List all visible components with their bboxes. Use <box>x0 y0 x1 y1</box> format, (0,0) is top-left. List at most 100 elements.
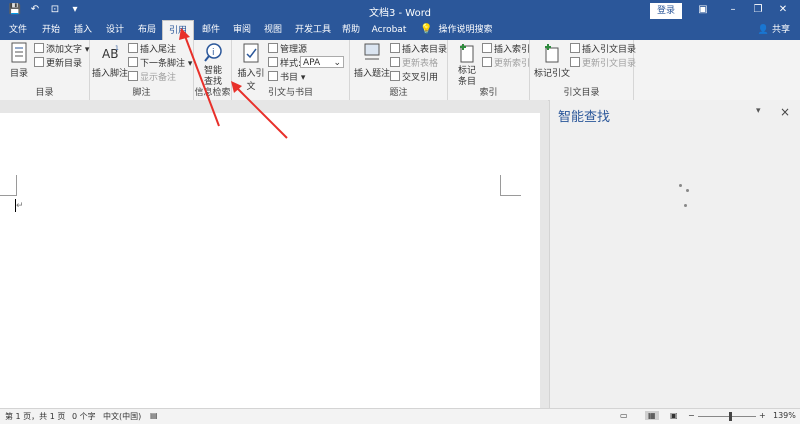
pane-options-icon[interactable]: ▾ <box>756 106 761 116</box>
citation-style-select[interactable]: APA ⌄ <box>300 56 344 68</box>
text-cursor <box>15 199 16 212</box>
zoom-out-icon[interactable]: − <box>688 411 695 420</box>
tab-mailings[interactable]: 邮件 <box>198 20 224 40</box>
document-page[interactable]: ↵ <box>0 113 540 408</box>
group-toa: 标记引文 插入引文目录 更新引文目录 引文目录 <box>530 40 636 100</box>
group-citations: 插入引文 管理源 样式: APA ⌄ 书目 ▾ 引文与书目 <box>232 40 350 100</box>
zoom-slider-thumb[interactable] <box>729 412 732 421</box>
margin-corner-right <box>500 175 521 196</box>
close-icon[interactable]: ✕ <box>775 3 791 17</box>
group-captions: 插入题注 插入表目录 更新表格 交叉引用 题注 <box>350 40 448 100</box>
zoom-slider-track[interactable] <box>698 416 756 417</box>
endnote-icon <box>128 43 138 53</box>
mark-citation-icon <box>545 44 559 63</box>
footnote-icon: AB1 <box>102 45 119 61</box>
document-area: ↵ <box>0 100 548 408</box>
group-footnotes: AB 1 插入脚注 插入尾注 下一条脚注 ▾ 显示备注 脚注 <box>90 40 194 100</box>
tab-design[interactable]: 设计 <box>102 20 128 40</box>
group-label-captions: 题注 <box>389 88 408 98</box>
tab-references[interactable]: 引用 <box>162 20 194 40</box>
group-label-citations: 引文与书目 <box>267 88 313 98</box>
paragraph-mark: ↵ <box>16 201 24 211</box>
bibliography-button[interactable]: 书目 ▾ <box>268 71 305 83</box>
loading-dot <box>686 189 689 192</box>
web-layout-icon[interactable]: ▣ <box>670 411 678 420</box>
restore-icon[interactable]: ❐ <box>750 3 766 17</box>
add-text-button[interactable]: 添加文字 ▾ <box>34 43 89 55</box>
refresh-icon <box>570 57 580 67</box>
ribbon-tabs: 文件 开始 插入 设计 布局 引用 邮件 审阅 视图 开发工具 帮助 Acrob… <box>0 20 800 40</box>
update-index-button[interactable]: 更新索引 <box>482 57 530 69</box>
mark-citation-button[interactable]: 标记引文 <box>532 42 572 79</box>
tab-acrobat[interactable]: Acrobat <box>370 20 408 40</box>
ribbon-display-icon[interactable]: ▣ <box>695 3 711 17</box>
mark-entry-button[interactable]: 标记条目 <box>450 42 484 88</box>
pane-title: 智能查找 <box>558 110 611 125</box>
group-label-index: 索引 <box>479 88 498 98</box>
style-icon <box>268 57 278 67</box>
smart-lookup-button[interactable]: i 智能查找 <box>196 42 230 88</box>
update-toc-button[interactable]: 更新目录 <box>34 57 82 69</box>
tell-me-label: 操作说明搜索 <box>438 25 493 35</box>
macro-icon[interactable]: ▤ <box>150 411 158 420</box>
tab-layout[interactable]: 布局 <box>134 20 160 40</box>
print-layout-icon[interactable]: ▦ <box>645 411 659 420</box>
read-mode-icon[interactable]: ▭ <box>620 411 628 420</box>
tab-insert[interactable]: 插入 <box>70 20 96 40</box>
tab-file[interactable]: 文件 <box>5 20 31 40</box>
citation-style-label: 样式: <box>268 57 301 69</box>
tab-view[interactable]: 视图 <box>260 20 286 40</box>
tab-developer[interactable]: 开发工具 <box>291 20 335 40</box>
toc-icon <box>11 42 27 63</box>
refresh-icon <box>482 57 492 67</box>
margin-corner-left <box>0 175 17 196</box>
tab-help[interactable]: 帮助 <box>338 20 364 40</box>
group-index: 标记条目 插入索引 更新索引 索引 <box>448 40 530 100</box>
chevron-down-icon: ⌄ <box>333 58 341 68</box>
insert-index-button[interactable]: 插入索引 <box>482 43 530 55</box>
show-notes-button[interactable]: 显示备注 <box>128 71 176 83</box>
manage-sources-button[interactable]: 管理源 <box>268 43 307 55</box>
insert-table-of-figures-button[interactable]: 插入表目录 <box>390 43 447 55</box>
loading-dot <box>679 184 682 187</box>
person-icon: 👤 <box>757 25 770 35</box>
group-label-footnotes: 脚注 <box>132 88 151 98</box>
update-toa-button[interactable]: 更新引文目录 <box>570 57 636 69</box>
insert-toa-button[interactable]: 插入引文目录 <box>570 43 636 55</box>
show-notes-icon <box>128 71 138 81</box>
insert-citation-icon <box>243 43 259 63</box>
ribbon: 目录 添加文字 ▾ 更新目录 目录 AB 1 插入脚注 插入尾注 下一条脚注 ▾ … <box>0 40 800 101</box>
svg-text:i: i <box>212 48 215 58</box>
smart-lookup-pane: 智能查找 ▾ × <box>549 100 800 408</box>
share-button[interactable]: 👤 共享 <box>758 20 790 40</box>
refresh-icon <box>390 57 400 67</box>
share-label: 共享 <box>771 25 790 35</box>
update-table-button[interactable]: 更新表格 <box>390 57 438 69</box>
insert-caption-button[interactable]: 插入题注 <box>352 42 392 79</box>
next-footnote-icon <box>128 57 138 67</box>
minimize-icon[interactable]: – <box>725 3 741 17</box>
next-footnote-button[interactable]: 下一条脚注 ▾ <box>128 57 192 69</box>
group-research: i 智能查找 信息检索 <box>194 40 232 100</box>
tab-home[interactable]: 开始 <box>38 20 64 40</box>
add-text-icon <box>34 43 44 53</box>
insert-footnote-button[interactable]: AB 1 插入脚注 <box>92 42 128 79</box>
group-toc: 目录 添加文字 ▾ 更新目录 目录 <box>0 40 90 100</box>
pane-close-icon[interactable]: × <box>780 105 790 119</box>
group-label-research: 信息检索 <box>194 88 231 98</box>
group-label-toa: 引文目录 <box>563 88 600 98</box>
tab-review[interactable]: 审阅 <box>229 20 255 40</box>
page-count[interactable]: 第 1 页，共 1 页 <box>5 411 65 422</box>
language-indicator[interactable]: 中文(中国) <box>103 411 141 422</box>
cross-reference-icon <box>390 71 400 81</box>
cross-reference-button[interactable]: 交叉引用 <box>390 71 438 83</box>
login-button[interactable]: 登录 <box>650 3 682 19</box>
zoom-level[interactable]: 139% <box>773 411 796 420</box>
tell-me-search[interactable]: 💡 操作说明搜索 <box>420 20 492 40</box>
zoom-in-icon[interactable]: + <box>759 411 766 420</box>
insert-endnote-button[interactable]: 插入尾注 <box>128 43 176 55</box>
toc-button[interactable]: 目录 <box>2 42 36 79</box>
word-count[interactable]: 0 个字 <box>72 411 96 422</box>
bibliography-icon <box>268 71 278 81</box>
insert-index-icon <box>482 43 492 53</box>
